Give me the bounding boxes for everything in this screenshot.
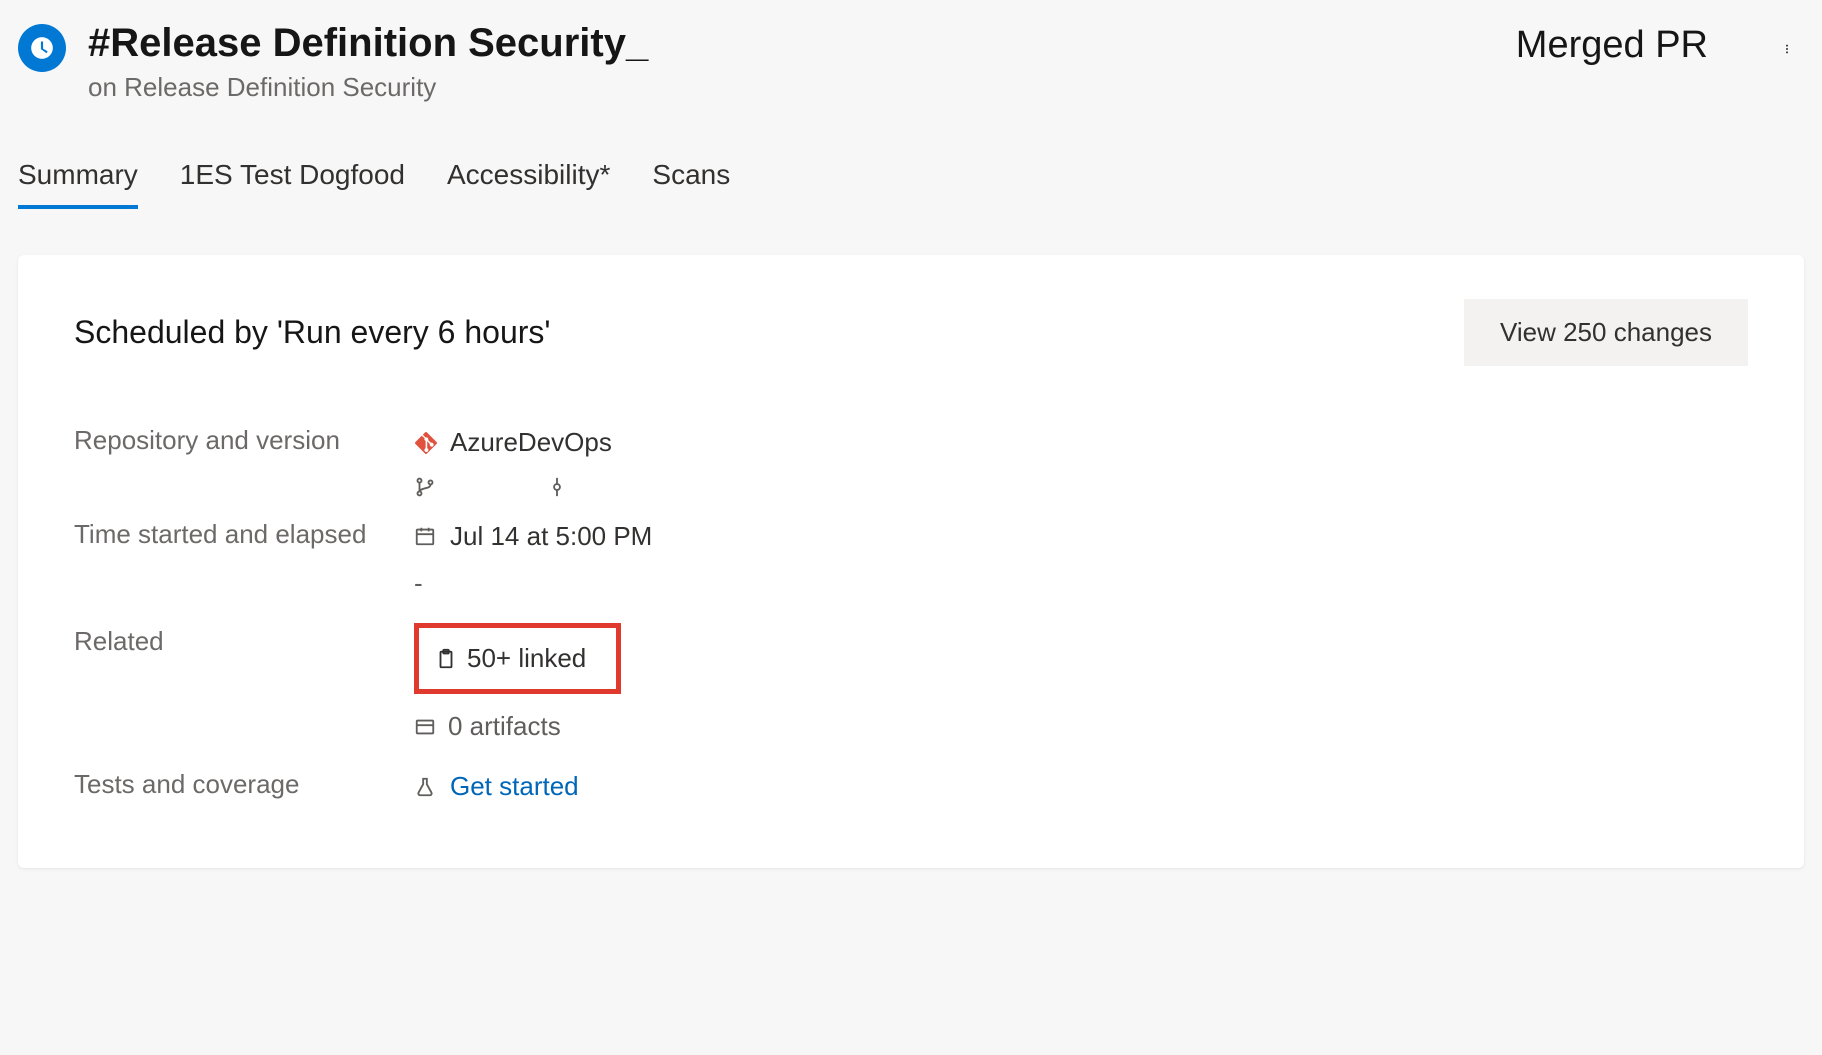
commit-icon[interactable] <box>546 476 568 498</box>
linked-count-text: 50+ linked <box>467 638 586 680</box>
more-vertical-icon <box>1782 32 1792 66</box>
tab-1es-test-dogfood[interactable]: 1ES Test Dogfood <box>180 159 405 209</box>
summary-card: Scheduled by 'Run every 6 hours' View 25… <box>18 255 1804 868</box>
artifacts-link[interactable]: 0 artifacts <box>414 706 1748 748</box>
calendar-icon <box>414 525 436 547</box>
merged-pr-label: Merged PR <box>1516 24 1708 67</box>
get-started-link[interactable]: Get started <box>450 766 579 808</box>
branch-commit-line <box>414 476 1748 498</box>
repo-name: AzureDevOps <box>450 422 612 464</box>
status-icon-running <box>18 24 66 72</box>
branch-icon[interactable] <box>414 476 436 498</box>
tab-accessibility[interactable]: Accessibility* <box>447 159 610 209</box>
title-block: #Release Definition Security_ on Release… <box>88 20 648 103</box>
artifacts-text: 0 artifacts <box>448 706 561 748</box>
tab-summary[interactable]: Summary <box>18 159 138 209</box>
label-repo-version: Repository and version <box>74 422 404 458</box>
repo-line[interactable]: AzureDevOps <box>414 422 1748 464</box>
tab-bar: Summary 1ES Test Dogfood Accessibility* … <box>18 159 1804 209</box>
page-root: #Release Definition Security_ on Release… <box>0 0 1822 868</box>
clipboard-icon <box>435 648 457 670</box>
value-time-started: Jul 14 at 5:00 PM - <box>414 516 1748 605</box>
build-title: #Release Definition Security_ <box>88 20 648 66</box>
beaker-icon <box>414 776 436 798</box>
page-header: #Release Definition Security_ on Release… <box>18 20 1804 103</box>
clock-icon <box>29 35 55 61</box>
label-time-started: Time started and elapsed <box>74 516 404 552</box>
value-repo-version: AzureDevOps <box>414 422 1748 498</box>
linked-work-items-link[interactable]: 50+ linked <box>414 623 621 695</box>
view-changes-button[interactable]: View 250 changes <box>1464 299 1748 366</box>
label-tests-coverage: Tests and coverage <box>74 766 404 802</box>
git-repo-icon <box>414 431 438 455</box>
elapsed-dash: - <box>414 563 1748 605</box>
tab-scans[interactable]: Scans <box>652 159 730 209</box>
time-started-text: Jul 14 at 5:00 PM <box>450 516 652 558</box>
artifact-icon <box>414 716 436 738</box>
card-top-row: Scheduled by 'Run every 6 hours' View 25… <box>74 299 1748 366</box>
value-related: 50+ linked 0 artifacts <box>414 623 1748 748</box>
build-subtitle: on Release Definition Security <box>88 72 648 103</box>
value-tests-coverage: Get started <box>414 766 1748 808</box>
details-grid: Repository and version AzureDevOps <box>74 422 1748 808</box>
more-actions-button[interactable] <box>1770 26 1804 80</box>
label-related: Related <box>74 623 404 659</box>
scheduled-by-text: Scheduled by 'Run every 6 hours' <box>74 314 551 351</box>
